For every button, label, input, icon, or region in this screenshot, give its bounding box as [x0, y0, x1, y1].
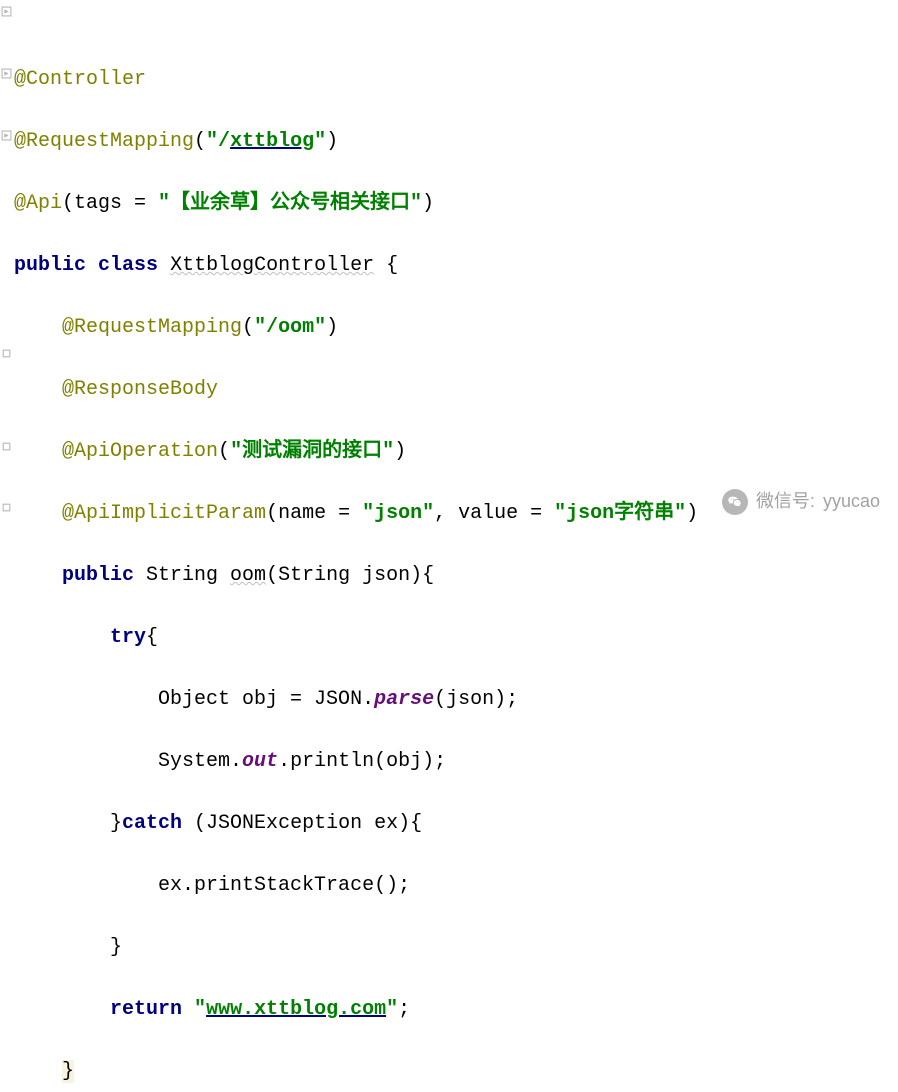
watermark-label: 微信号:	[756, 488, 815, 516]
paren: )	[326, 130, 338, 153]
fold-icon	[1, 6, 12, 17]
brace: }	[62, 1060, 74, 1083]
code-line: @ResponseBody	[14, 374, 898, 405]
params: (String json){	[266, 564, 434, 587]
code-line: Object obj = JSON.parse(json);	[14, 684, 898, 715]
indent	[14, 626, 110, 649]
static-method: parse	[374, 688, 434, 711]
args: , value =	[434, 502, 554, 525]
indent	[14, 812, 110, 835]
keyword: catch	[122, 812, 182, 835]
string: "【业余草】公众号相关接口"	[158, 192, 422, 215]
string: "	[386, 998, 398, 1021]
keyword: return	[110, 998, 182, 1021]
brace: {	[374, 254, 398, 277]
paren: )	[326, 316, 338, 339]
code-line: @ApiOperation("测试漏洞的接口")	[14, 436, 898, 467]
string: "	[194, 998, 206, 1021]
args: (name =	[266, 502, 362, 525]
args: (tags =	[62, 192, 158, 215]
keyword: class	[98, 254, 158, 277]
code-line: @RequestMapping("/oom")	[14, 312, 898, 343]
string: "测试漏洞的接口"	[230, 440, 394, 463]
expr: .println(obj);	[278, 750, 446, 773]
wechat-icon	[722, 489, 748, 515]
sig: String	[134, 564, 230, 587]
watermark: 微信号: yyucao	[722, 488, 880, 516]
gutter-icon	[1, 441, 12, 452]
code-line: try{	[14, 622, 898, 653]
code-line: @RequestMapping("/xttblog")	[14, 126, 898, 157]
expr: (json);	[434, 688, 518, 711]
annotation: @RequestMapping	[14, 130, 194, 153]
code-line: }	[14, 1056, 898, 1087]
string: "/oom"	[254, 316, 326, 339]
args: )	[422, 192, 434, 215]
code-editor: @Controller @RequestMapping("/xttblog") …	[0, 0, 898, 1092]
annotation: @Api	[14, 192, 62, 215]
semicolon: ;	[398, 998, 410, 1021]
brace: }	[110, 812, 122, 835]
keyword: try	[110, 626, 146, 649]
gutter-icon	[1, 502, 12, 513]
code-line: return "www.xttblog.com";	[14, 994, 898, 1025]
code-line: }	[14, 932, 898, 963]
code-line: @Api(tags = "【业余草】公众号相关接口")	[14, 188, 898, 219]
annotation: @ApiImplicitParam	[62, 502, 266, 525]
gutter-icon	[1, 348, 12, 359]
string: "json"	[362, 502, 434, 525]
code-line: ex.printStackTrace();	[14, 870, 898, 901]
fold-icon	[1, 68, 12, 79]
brace: }	[110, 936, 122, 959]
code-line: }catch (JSONException ex){	[14, 808, 898, 839]
args: )	[686, 502, 698, 525]
string-url: www.xttblog.com	[206, 998, 386, 1021]
static-field: out	[242, 750, 278, 773]
indent	[14, 750, 158, 773]
space	[182, 998, 194, 1021]
string: "json字符串"	[554, 502, 686, 525]
brace: {	[146, 626, 158, 649]
indent	[14, 1060, 62, 1083]
paren: (	[242, 316, 254, 339]
indent	[14, 936, 110, 959]
fold-icon	[1, 130, 12, 141]
indent	[14, 440, 62, 463]
annotation: @Controller	[14, 68, 146, 91]
string: "	[314, 130, 326, 153]
expr: ex.printStackTrace();	[158, 874, 410, 897]
string-path: xttblog	[230, 130, 314, 153]
gutter	[0, 0, 14, 546]
indent	[14, 688, 158, 711]
watermark-value: yyucao	[823, 488, 880, 516]
indent	[14, 874, 158, 897]
paren: (	[218, 440, 230, 463]
annotation: @ApiOperation	[62, 440, 218, 463]
code-line: System.out.println(obj);	[14, 746, 898, 777]
indent	[14, 502, 62, 525]
class-name: XttblogController	[170, 254, 374, 277]
keyword: public	[62, 564, 134, 587]
expr: System.	[158, 750, 242, 773]
paren: )	[394, 440, 406, 463]
indent	[14, 378, 62, 401]
annotation: @ResponseBody	[62, 378, 218, 401]
code-line: public class XttblogController {	[14, 250, 898, 281]
method-name: oom	[230, 564, 266, 587]
indent	[14, 564, 62, 587]
expr: Object obj = JSON.	[158, 688, 374, 711]
code-block: @Controller @RequestMapping("/xttblog") …	[0, 33, 898, 1092]
indent	[14, 316, 62, 339]
annotation: @RequestMapping	[62, 316, 242, 339]
indent	[14, 998, 110, 1021]
keyword: public	[14, 254, 86, 277]
string: "/	[206, 130, 230, 153]
code-line: @Controller	[14, 64, 898, 95]
catch-clause: (JSONException ex){	[182, 812, 422, 835]
paren: (	[194, 130, 206, 153]
code-line: public String oom(String json){	[14, 560, 898, 591]
